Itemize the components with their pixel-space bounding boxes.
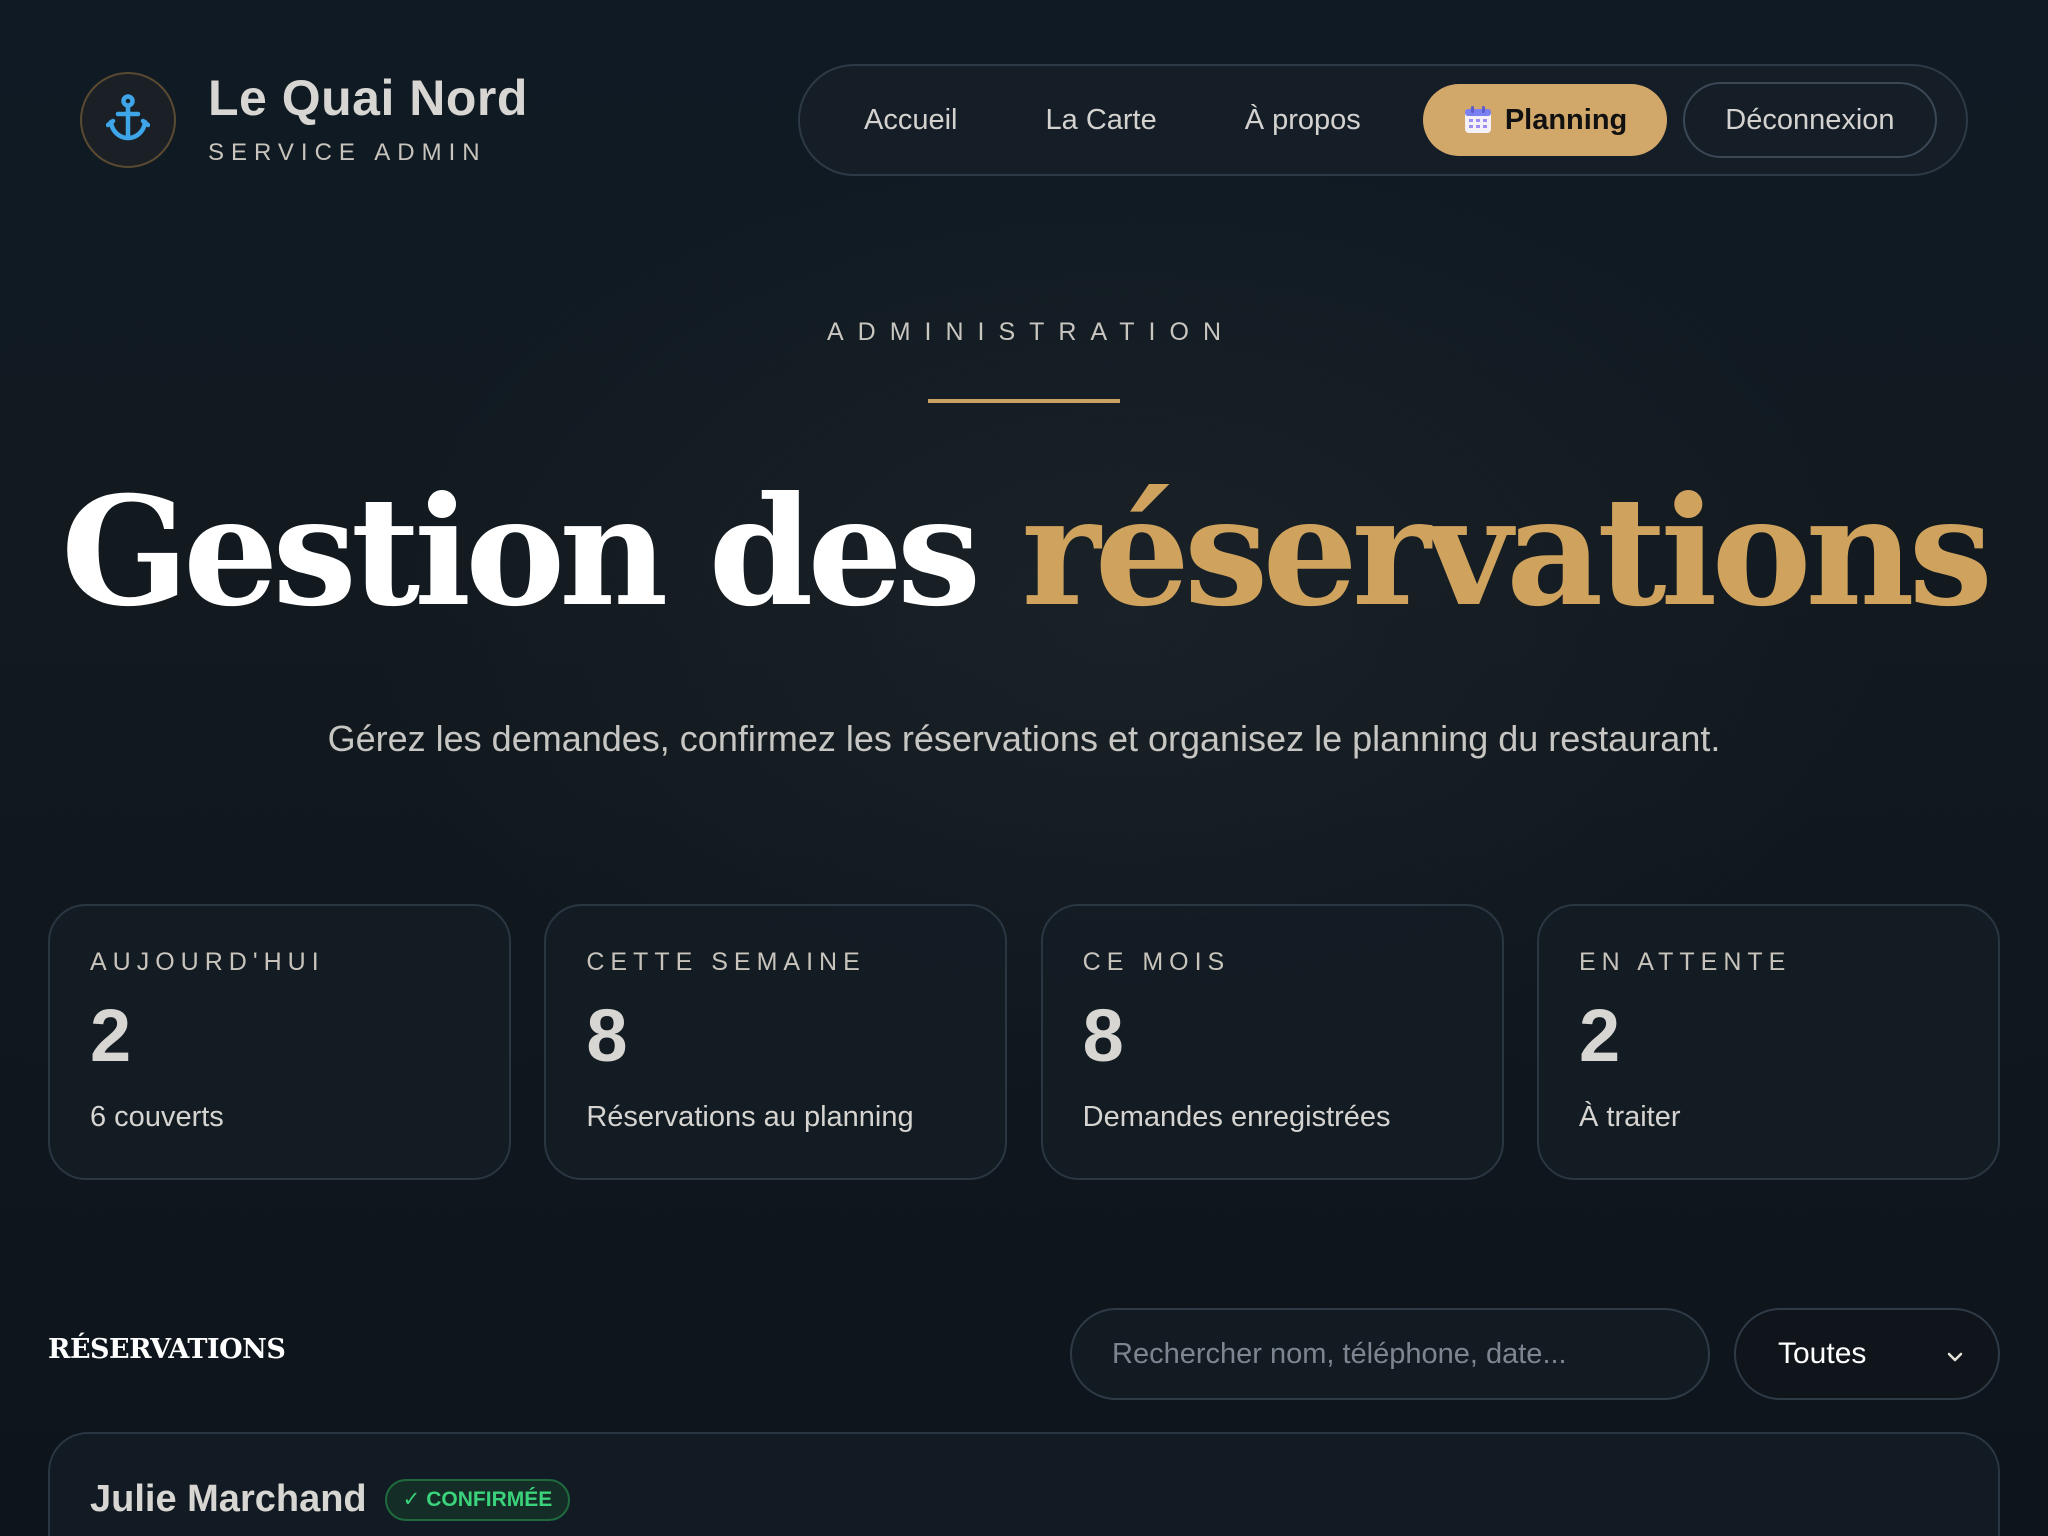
stat-value: 8	[586, 994, 628, 1077]
check-icon: ✓	[402, 1488, 421, 1511]
calendar-icon	[1463, 105, 1493, 135]
logout-button[interactable]: Déconnexion	[1683, 82, 1937, 158]
nav-item-la-carte[interactable]: La Carte	[1002, 104, 1201, 137]
page-subtitle: Gérez les demandes, confirmez les réserv…	[327, 718, 1721, 759]
brand-subtitle: SERVICE ADMIN	[208, 139, 487, 166]
status-badge-label: CONFIRMÉE	[426, 1487, 553, 1511]
stat-label: CETTE SEMAINE	[586, 948, 866, 976]
status-filter-value: Toutes	[1778, 1337, 1867, 1370]
stat-label: AUJOURD'HUI	[90, 948, 325, 976]
nav-item-planning-label: Planning	[1504, 103, 1628, 136]
search-input[interactable]	[1112, 1337, 1668, 1371]
stat-value: 2	[90, 994, 132, 1077]
reservation-card[interactable]: Julie Marchand ✓ CONFIRMÉE	[48, 1432, 2000, 1536]
anchor-icon	[105, 93, 151, 147]
stat-label: EN ATTENTE	[1578, 948, 1792, 976]
nav-item-planning[interactable]: Planning	[1422, 84, 1668, 156]
stat-description: Demandes enregistrées	[1082, 1101, 1391, 1133]
stats-row: AUJOURD'HUI 2 6 couverts CETTE SEMAINE 8…	[48, 904, 2000, 1180]
stat-value: 8	[1082, 994, 1124, 1077]
brand-name: Le Quai Nord	[208, 70, 528, 126]
divider	[928, 399, 1120, 403]
nav-item-accueil[interactable]: Accueil	[820, 104, 1002, 137]
chevron-down-icon	[1946, 1337, 1964, 1371]
search-box	[1070, 1308, 1710, 1400]
stat-card-month: CE MOIS 8 Demandes enregistrées	[1040, 904, 1504, 1180]
status-filter-select[interactable]: Toutes	[1734, 1308, 2000, 1400]
page-title: Gestion des réservations	[0, 470, 2048, 635]
page-eyebrow: ADMINISTRATION	[826, 318, 1236, 346]
stat-card-today: AUJOURD'HUI 2 6 couverts	[48, 904, 511, 1180]
stat-description: À traiter	[1578, 1101, 1681, 1133]
stat-card-pending: EN ATTENTE 2 À traiter	[1536, 904, 2000, 1180]
page-title-main: Gestion des	[60, 464, 1022, 640]
stat-label: CE MOIS	[1082, 948, 1231, 976]
nav-item-a-propos[interactable]: À propos	[1201, 104, 1405, 137]
brand-logo	[80, 72, 176, 168]
stat-description: Réservations au planning	[586, 1101, 914, 1133]
stat-value: 2	[1578, 994, 1621, 1077]
stat-description: 6 couverts	[90, 1101, 224, 1133]
stat-card-week: CETTE SEMAINE 8 Réservations au planning	[544, 904, 1008, 1180]
section-heading-reservations: RÉSERVATIONS	[48, 1334, 286, 1365]
main-nav: Accueil La Carte À propos Planning Décon…	[798, 64, 1968, 176]
brand[interactable]: Le Quai Nord SERVICE ADMIN	[80, 72, 528, 168]
status-badge: ✓ CONFIRMÉE	[384, 1478, 571, 1521]
reservation-guest-name: Julie Marchand	[90, 1478, 367, 1520]
page-title-accent: réservations	[1021, 464, 1994, 640]
